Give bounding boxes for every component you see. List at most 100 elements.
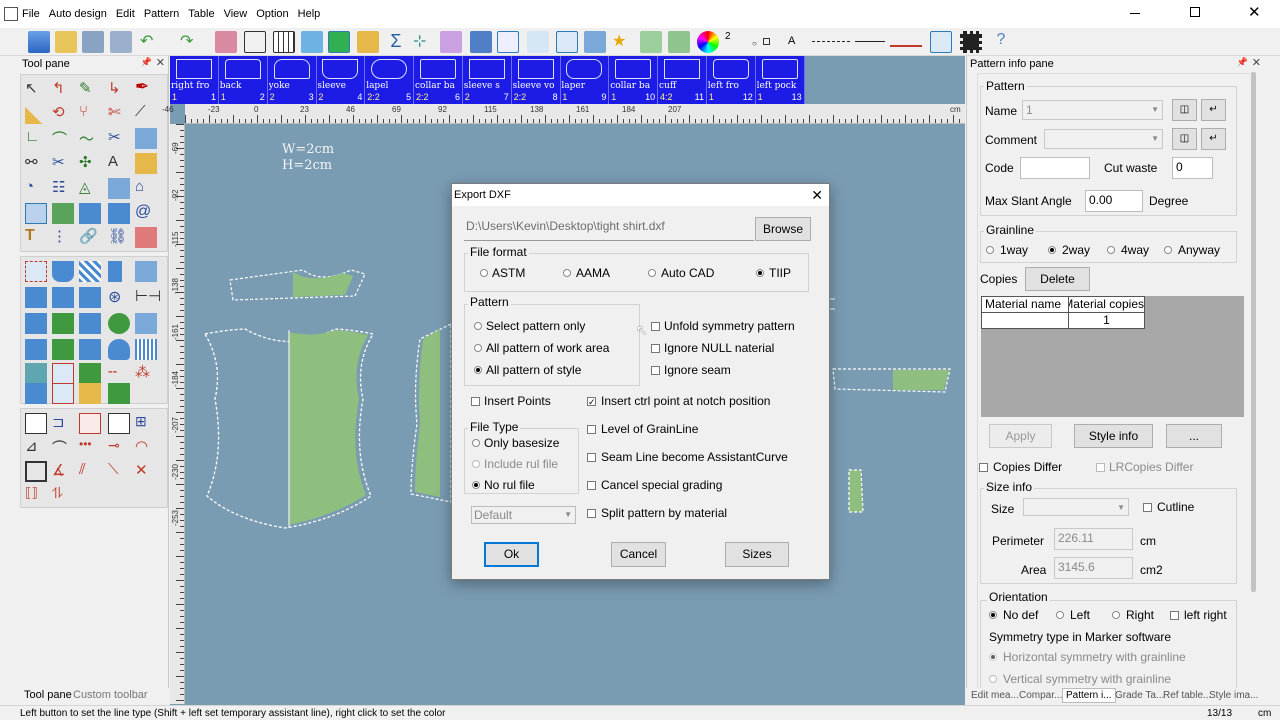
layer-value[interactable]: 2	[725, 31, 731, 42]
pattern-piece-thumb[interactable]: lapel 2:2 5	[365, 56, 415, 104]
select-pattern-only-radio[interactable]	[474, 322, 482, 330]
cutline-label[interactable]: Cutline	[1157, 500, 1194, 514]
spiral-tool-icon[interactable]: @	[135, 203, 157, 224]
pattern-piece-thumb[interactable]: sleeve 2 4	[316, 56, 366, 104]
mirror-tool-icon[interactable]	[52, 287, 74, 308]
hanger-tool-icon[interactable]	[135, 313, 157, 334]
pin-icon[interactable]: 📌	[1237, 57, 1248, 68]
arc-tool-icon[interactable]: ⌒	[52, 128, 74, 149]
checker-tool-icon[interactable]	[79, 261, 101, 282]
flip-tool-icon[interactable]	[25, 287, 47, 308]
menu-help[interactable]: Help	[298, 8, 321, 20]
save-as-icon[interactable]	[110, 31, 132, 53]
dialog-close-icon[interactable]: ✕	[811, 185, 823, 205]
fill-tool-icon[interactable]	[135, 227, 157, 248]
table-icon[interactable]	[244, 31, 266, 53]
tab-edit-measure[interactable]: Edit mea...	[971, 690, 1019, 701]
more-button[interactable]: ...	[1166, 424, 1222, 448]
grade-pin-icon[interactable]: ✕	[135, 461, 157, 482]
handle-tool-icon[interactable]: ⊢⊣	[135, 287, 161, 308]
sigma-icon[interactable]: Σ	[385, 31, 407, 53]
ignore-seam-label[interactable]: Ignore seam	[664, 363, 731, 377]
scissors-icon[interactable]: ✂	[108, 128, 130, 149]
no-rul-file-radio[interactable]	[472, 481, 480, 489]
measure-tool-icon[interactable]: ⚯	[25, 153, 47, 174]
emblem-tool-icon[interactable]	[108, 313, 130, 334]
orientation-no-def-radio[interactable]	[989, 611, 997, 619]
grade-size-icon[interactable]	[108, 413, 130, 434]
pattern-piece-thumb[interactable]: left pock 1 13	[756, 56, 805, 104]
grade-copy-icon[interactable]	[79, 413, 101, 434]
knot-tool-icon[interactable]: ⁂	[135, 363, 157, 384]
split-by-material-checkbox[interactable]	[587, 509, 596, 518]
left-right-checkbox[interactable]	[1170, 611, 1179, 620]
brush-icon[interactable]	[440, 31, 462, 53]
code-input[interactable]	[1020, 157, 1090, 179]
max-slant-angle-input[interactable]: 0.00	[1085, 190, 1143, 212]
menu-option[interactable]: Option	[256, 8, 288, 20]
all-pattern-work-area-label[interactable]: All pattern of work area	[486, 341, 609, 355]
tab-pattern-info[interactable]: Pattern i...	[1062, 688, 1116, 703]
comment-edit-icon[interactable]: ◫	[1172, 128, 1197, 150]
adjust-tool-icon[interactable]: ↰	[52, 79, 74, 100]
material-name-cell[interactable]	[981, 312, 1069, 329]
red-pen-icon[interactable]: ✒	[135, 77, 157, 98]
format-autocad-label[interactable]: Auto CAD	[661, 266, 714, 280]
ignore-null-material-checkbox[interactable]	[651, 344, 660, 353]
copies-differ-label[interactable]: Copies Differ	[993, 460, 1062, 474]
format-tiip-label[interactable]: TIIP	[769, 266, 791, 280]
help-icon[interactable]: ?	[990, 31, 1012, 53]
shirt-tool-icon[interactable]	[79, 383, 101, 404]
grade-arc-icon[interactable]: ◠	[135, 437, 157, 458]
shirt2-tool-icon[interactable]	[108, 383, 130, 404]
pocket-tool-icon[interactable]	[25, 339, 47, 360]
pattern-piece-thumb[interactable]: left fro 1 12	[707, 56, 756, 104]
open-folder-icon[interactable]	[55, 31, 77, 53]
grade-tag-icon[interactable]: ⊸	[108, 437, 130, 458]
stack-pieces-icon[interactable]	[25, 383, 47, 404]
line-chart-icon[interactable]	[527, 31, 549, 53]
color-wheel-icon[interactable]	[697, 31, 719, 53]
pattern-piece-thumb[interactable]: laper 1 9	[560, 56, 610, 104]
orientation-no-def-label[interactable]: No def	[1003, 608, 1038, 622]
plot-icon[interactable]	[556, 31, 578, 53]
close-icon[interactable]: ✕	[1248, 3, 1261, 21]
grainline-2way-radio[interactable]	[1048, 246, 1056, 254]
menu-file[interactable]: File	[22, 8, 40, 20]
style-info-button[interactable]: Style info	[1074, 424, 1153, 448]
name-apply-icon[interactable]: ↵	[1201, 99, 1226, 121]
pleat-tool-icon[interactable]	[52, 203, 74, 224]
size-select[interactable]: ▼	[1023, 498, 1129, 516]
line-tool-icon[interactable]: ⟋	[135, 103, 157, 124]
seam-line-assistant-label[interactable]: Seam Line become AssistantCurve	[601, 450, 788, 464]
grainline-4way-radio[interactable]	[1107, 246, 1115, 254]
copies-differ-checkbox[interactable]	[979, 463, 988, 472]
only-basesize-radio[interactable]	[472, 439, 480, 447]
multi-line-icon[interactable]: ☷	[52, 178, 74, 199]
pattern-piece-cuff[interactable]	[830, 298, 951, 393]
piece-outline-icon[interactable]	[25, 261, 47, 282]
pattern-piece-thumb[interactable]: yoke 2 3	[268, 56, 317, 104]
info-pane-scrollbar[interactable]	[1250, 72, 1258, 688]
pattern-piece-front[interactable]	[410, 323, 452, 503]
menu-pattern[interactable]: Pattern	[144, 8, 179, 20]
undo-icon[interactable]: ↶	[140, 31, 162, 53]
curve-tool-icon[interactable]: 〜	[79, 128, 101, 149]
comment-apply-icon[interactable]: ↵	[1201, 128, 1226, 150]
orientation-right-radio[interactable]	[1112, 611, 1120, 619]
delete-button[interactable]: Delete	[1025, 267, 1090, 291]
default-select[interactable]: Default ▼	[471, 506, 576, 524]
orientation-left-radio[interactable]	[1056, 611, 1064, 619]
menu-edit[interactable]: Edit	[116, 8, 135, 20]
button-tool-icon[interactable]: ⊛	[108, 287, 130, 308]
zip-tool-icon[interactable]	[79, 339, 101, 360]
grade-angle-icon[interactable]: ∡	[52, 461, 74, 482]
orientation-left-label[interactable]: Left	[1070, 608, 1090, 622]
format-aama-radio[interactable]	[563, 269, 571, 277]
tag-tool-icon[interactable]	[135, 128, 157, 149]
pattern-piece-thumb[interactable]: collar ba 1 10	[609, 56, 659, 104]
measure-icon[interactable]: ⊹	[413, 31, 435, 53]
level-grainline-label[interactable]: Level of GrainLine	[601, 422, 698, 436]
unfold-symmetry-label[interactable]: Unfold symmetry pattern	[664, 319, 795, 333]
pattern-piece-thumb[interactable]: cuff 4:2 11	[658, 56, 707, 104]
